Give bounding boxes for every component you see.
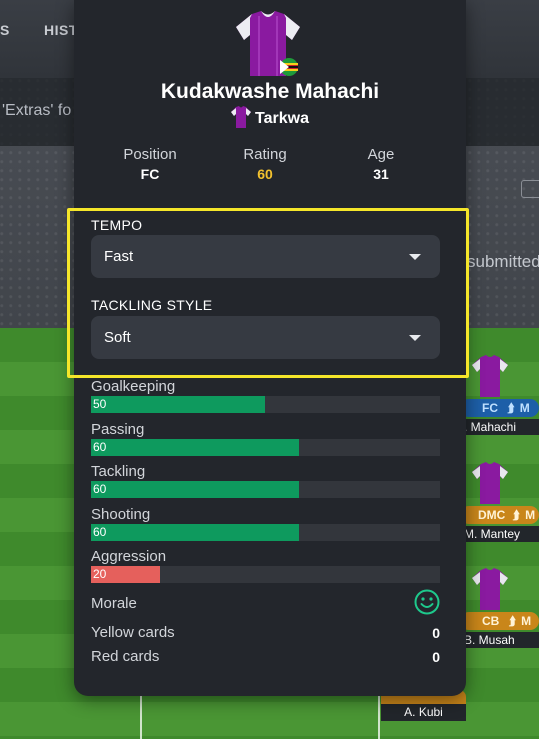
attribute-bar-track: 60 xyxy=(91,438,440,456)
stat-label: Age xyxy=(367,146,395,163)
red-cards-value: 0 xyxy=(432,649,440,665)
stat-value: 31 xyxy=(373,166,389,182)
attribute-bar-fill: 60 xyxy=(91,523,299,541)
background-submitted-text: submitted xyxy=(467,252,539,271)
stat-value: FC xyxy=(140,166,160,182)
attribute-bar-fill: 60 xyxy=(91,438,299,456)
background-checkbox[interactable] xyxy=(521,180,539,198)
stat-label: Position xyxy=(123,146,177,163)
background-tab-history[interactable]: HIST xyxy=(44,22,78,38)
attribute-bar-track: 20 xyxy=(91,566,440,583)
attribute-value: 20 xyxy=(93,567,107,581)
caret-down-icon xyxy=(409,254,421,260)
tackling-style-select[interactable]: Soft xyxy=(91,316,440,359)
stat-age: Age 31 xyxy=(321,146,441,182)
lineup-position-badge: FC ⮭ M xyxy=(460,399,539,417)
shirt-icon xyxy=(472,568,508,610)
player-detail-popup: Kudakwashe Mahachi Tarkwa Position FC Ra… xyxy=(67,0,469,696)
lineup-position-text: CB xyxy=(482,614,500,628)
background-extras-text: 'Extras' fo xyxy=(2,102,72,119)
yellow-cards-label: Yellow cards xyxy=(91,624,175,641)
club-row: Tarkwa xyxy=(74,106,466,128)
background-tab-1[interactable]: S xyxy=(0,22,10,38)
shirt-icon xyxy=(472,462,508,504)
tempo-label: TEMPO xyxy=(91,217,143,233)
attribute-bar-track: 60 xyxy=(91,481,440,498)
lineup-player-name: . Mahachi xyxy=(460,419,539,435)
lineup-position-text: FC xyxy=(482,401,498,415)
attribute-bar-track: 50 xyxy=(91,396,440,413)
attribute-value: 50 xyxy=(93,397,107,411)
smiley-face-icon xyxy=(414,589,440,615)
lineup-player-name: B. Musah xyxy=(460,632,539,648)
tackling-style-value: Soft xyxy=(104,329,131,346)
player-name: Kudakwashe Mahachi xyxy=(160,80,380,103)
attribute-value: 60 xyxy=(93,524,107,539)
lineup-position-text: DMC xyxy=(478,508,506,522)
lineup-player-name: M. Mantey xyxy=(460,526,539,542)
club-name: Tarkwa xyxy=(255,110,309,127)
lineup-mark-text: M xyxy=(519,401,530,415)
chevron-up-icon: ⮭ xyxy=(512,508,520,522)
lineup-position-badge: DMC ⮭ M xyxy=(460,506,539,524)
attribute-bar-track: 60 xyxy=(91,523,440,541)
zimbabwe-flag-icon xyxy=(280,58,298,76)
tackling-style-label: TACKLING STYLE xyxy=(91,297,213,313)
stat-value: 60 xyxy=(257,166,273,182)
attribute-value: 60 xyxy=(93,482,107,496)
lineup-player-name-extra[interactable]: A. Kubi xyxy=(381,704,466,721)
chevron-up-icon: ⮭ xyxy=(508,614,516,628)
attribute-bar-fill: 20 xyxy=(91,566,160,583)
morale-label: Morale xyxy=(91,595,137,612)
attribute-label: Tackling xyxy=(91,463,146,480)
tempo-value: Fast xyxy=(104,248,134,265)
attribute-bar-fill: 60 xyxy=(91,481,299,498)
attribute-label: Shooting xyxy=(91,505,151,523)
chevron-up-icon: ⮭ xyxy=(507,401,515,415)
lineup-mark-text: M xyxy=(525,508,536,522)
stat-rating: Rating 60 xyxy=(205,146,325,182)
stat-label: Rating xyxy=(243,146,287,163)
caret-down-icon xyxy=(409,335,421,341)
attribute-label: Aggression xyxy=(91,548,167,565)
attribute-bar-fill: 50 xyxy=(91,396,265,413)
shirt-icon xyxy=(472,355,508,397)
stat-position: Position FC xyxy=(90,146,210,182)
club-jersey-icon xyxy=(231,106,252,128)
tempo-select[interactable]: Fast xyxy=(91,235,440,278)
yellow-cards-value: 0 xyxy=(432,625,440,641)
lineup-mark-text: M xyxy=(521,614,532,628)
attribute-value: 60 xyxy=(93,439,107,454)
attribute-label: Goalkeeping xyxy=(91,378,176,395)
attribute-label: Passing xyxy=(91,420,145,438)
lineup-position-badge: CB ⮭ M xyxy=(460,612,539,630)
red-cards-label: Red cards xyxy=(91,648,160,665)
